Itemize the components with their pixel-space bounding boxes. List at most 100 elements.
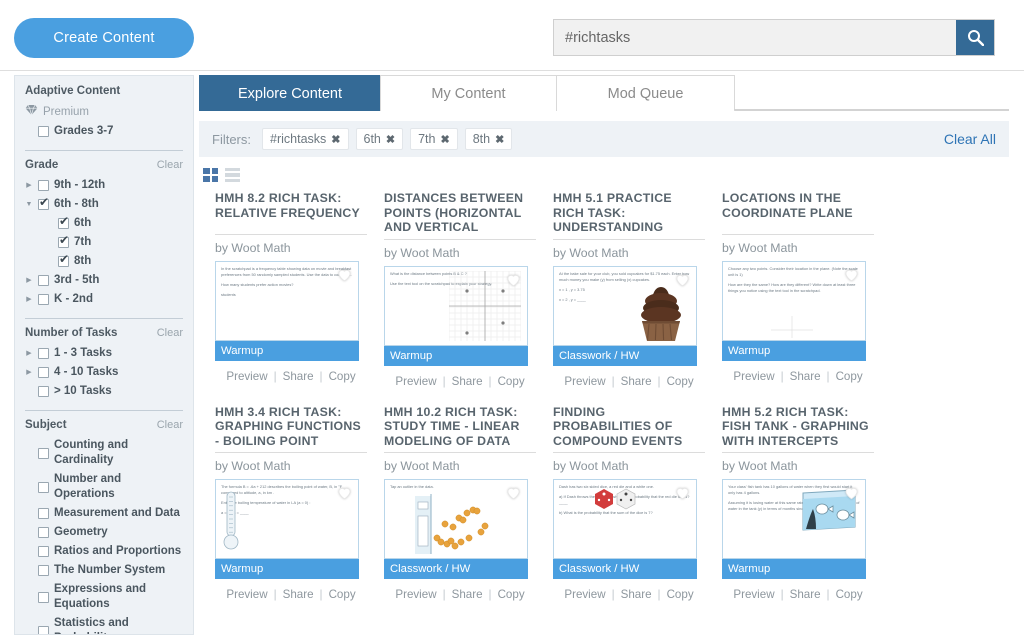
preview-link[interactable]: Preview	[395, 375, 436, 388]
filter-option[interactable]: ▶Counting and Cardinality	[25, 436, 183, 470]
checkbox[interactable]	[58, 253, 69, 267]
checkbox[interactable]	[38, 546, 49, 557]
favorite-heart-icon[interactable]	[504, 270, 523, 289]
content-card[interactable]: FINDING PROBABILITIES OF COMPOUND EVENTS…	[553, 405, 705, 601]
checkbox[interactable]	[38, 625, 49, 634]
preview-link[interactable]: Preview	[226, 370, 267, 383]
remove-chip-icon[interactable]: ✖	[386, 133, 395, 146]
content-card[interactable]: HMH 5.1 PRACTICE RICH TASK: UNDERSTANDIN…	[553, 191, 705, 388]
filter-option[interactable]: ▶ 4 - 10 Tasks	[25, 363, 183, 382]
copy-link[interactable]: Copy	[667, 375, 694, 388]
subject-clear-button[interactable]: Clear	[157, 419, 183, 431]
favorite-heart-icon[interactable]	[335, 265, 354, 284]
chevron-down-icon[interactable]: ▼	[25, 201, 33, 208]
card-title[interactable]: HMH 3.4 RICH TASK: GRAPHING FUNCTIONS - …	[215, 405, 367, 453]
filter-option[interactable]: ▶Expressions and Equations	[25, 580, 183, 614]
share-link[interactable]: Share	[790, 588, 821, 601]
filter-option[interactable]: ▶Number and Operations	[25, 470, 183, 504]
clear-all-button[interactable]: Clear All	[944, 131, 996, 147]
share-link[interactable]: Share	[283, 370, 314, 383]
grid-view-icon[interactable]	[203, 168, 218, 182]
card-thumbnail[interactable]: In the scratchpad is a frequency table s…	[215, 261, 359, 341]
share-link[interactable]: Share	[621, 375, 652, 388]
card-title[interactable]: HMH 5.1 PRACTICE RICH TASK: UNDERSTANDIN…	[553, 191, 705, 240]
filter-option[interactable]: ▶ K - 2nd	[25, 290, 183, 309]
chevron-right-icon[interactable]: ▶	[25, 296, 33, 303]
card-title[interactable]: LOCATIONS IN THE COORDINATE PLANE	[722, 191, 874, 235]
copy-link[interactable]: Copy	[836, 370, 863, 383]
card-thumbnail[interactable]: At the bake sale for your club, you sold…	[553, 265, 697, 346]
copy-link[interactable]: Copy	[836, 588, 863, 601]
checkbox[interactable]	[58, 234, 69, 248]
content-card[interactable]: LOCATIONS IN THE COORDINATE PLANE by Woot…	[722, 191, 874, 388]
filter-sidebar[interactable]: Adaptive Content Premium ▶ Grades 3-7	[14, 75, 194, 635]
filter-option[interactable]: ▶ 1 - 3 Tasks	[25, 344, 183, 363]
card-thumbnail[interactable]: Tap an outlier in the data.	[384, 479, 528, 559]
chevron-right-icon[interactable]: ▶	[25, 277, 33, 284]
grade-clear-button[interactable]: Clear	[157, 159, 183, 171]
share-link[interactable]: Share	[283, 588, 314, 601]
card-title[interactable]: DISTANCES BETWEEN POINTS (HORIZONTAL AND…	[384, 191, 536, 240]
checkbox[interactable]	[38, 275, 49, 286]
filter-option[interactable]: ▶6th	[25, 214, 183, 233]
checkbox[interactable]	[38, 386, 49, 397]
checkbox[interactable]	[58, 215, 69, 229]
checkbox[interactable]	[38, 367, 49, 378]
preview-link[interactable]: Preview	[395, 588, 436, 601]
preview-link[interactable]: Preview	[733, 370, 774, 383]
checkbox[interactable]	[38, 565, 49, 576]
copy-link[interactable]: Copy	[498, 375, 525, 388]
copy-link[interactable]: Copy	[498, 588, 525, 601]
checkbox[interactable]	[38, 126, 49, 137]
share-link[interactable]: Share	[452, 375, 483, 388]
checkbox[interactable]	[38, 508, 49, 519]
copy-link[interactable]: Copy	[329, 370, 356, 383]
filter-option[interactable]: ▶7th	[25, 233, 183, 252]
filter-option[interactable]: ▶Geometry	[25, 523, 183, 542]
filter-grades-3-7[interactable]: ▶ Grades 3-7	[25, 122, 183, 141]
checkbox[interactable]	[38, 180, 49, 191]
create-content-button[interactable]: Create Content	[14, 18, 194, 58]
checkbox[interactable]	[38, 481, 49, 493]
tab-mod-queue[interactable]: Mod Queue	[556, 75, 735, 111]
remove-chip-icon[interactable]: ✖	[495, 133, 504, 146]
tab-explore-content[interactable]: Explore Content	[199, 75, 381, 111]
card-title[interactable]: HMH 10.2 RICH TASK: STUDY TIME - LINEAR …	[384, 405, 536, 453]
card-title[interactable]: HMH 5.2 RICH TASK: FISH TANK - GRAPHING …	[722, 405, 874, 453]
tasks-clear-button[interactable]: Clear	[157, 327, 183, 339]
card-title[interactable]: FINDING PROBABILITIES OF COMPOUND EVENTS	[553, 405, 705, 453]
share-link[interactable]: Share	[621, 588, 652, 601]
card-thumbnail[interactable]: Your class' fish tank has 10 gallons of …	[722, 479, 866, 559]
preview-link[interactable]: Preview	[733, 588, 774, 601]
card-thumbnail[interactable]: Choose any two points. Consider their lo…	[722, 261, 866, 341]
card-title[interactable]: HMH 8.2 RICH TASK: RELATIVE FREQUENCY	[215, 191, 367, 235]
content-card[interactable]: HMH 10.2 RICH TASK: STUDY TIME - LINEAR …	[384, 405, 536, 601]
filter-chip[interactable]: 8th ✖	[464, 128, 513, 150]
favorite-heart-icon[interactable]	[842, 265, 861, 284]
favorite-heart-icon[interactable]	[673, 483, 692, 502]
share-link[interactable]: Share	[452, 588, 483, 601]
checkbox[interactable]	[38, 294, 49, 305]
content-card[interactable]: HMH 5.2 RICH TASK: FISH TANK - GRAPHING …	[722, 405, 874, 601]
favorite-heart-icon[interactable]	[504, 483, 523, 502]
favorite-heart-icon[interactable]	[335, 483, 354, 502]
checkbox[interactable]	[38, 447, 49, 459]
filter-option[interactable]: ▶> 10 Tasks	[25, 382, 183, 401]
chevron-right-icon[interactable]: ▶	[25, 369, 33, 376]
tab-my-content[interactable]: My Content	[380, 75, 557, 111]
card-thumbnail[interactable]: What is the distance between points B & …	[384, 265, 528, 346]
copy-link[interactable]: Copy	[329, 588, 356, 601]
filter-chip[interactable]: 7th ✖	[410, 128, 458, 150]
checkbox[interactable]	[38, 348, 49, 359]
chevron-right-icon[interactable]: ▶	[25, 350, 33, 357]
remove-chip-icon[interactable]: ✖	[331, 133, 340, 146]
chevron-right-icon[interactable]: ▶	[25, 182, 33, 189]
filter-option[interactable]: ▶Measurement and Data	[25, 504, 183, 523]
card-thumbnail[interactable]: The formula B = -6a + 212 describes the …	[215, 479, 359, 559]
card-thumbnail[interactable]: Dash has two six sided dice, a red die a…	[553, 479, 697, 559]
remove-chip-icon[interactable]: ✖	[441, 133, 450, 146]
filter-chip[interactable]: #richtasks ✖	[262, 128, 349, 150]
filter-option[interactable]: ▶Ratios and Proportions	[25, 542, 183, 561]
search-input[interactable]	[554, 20, 956, 55]
checkbox[interactable]	[38, 591, 49, 603]
